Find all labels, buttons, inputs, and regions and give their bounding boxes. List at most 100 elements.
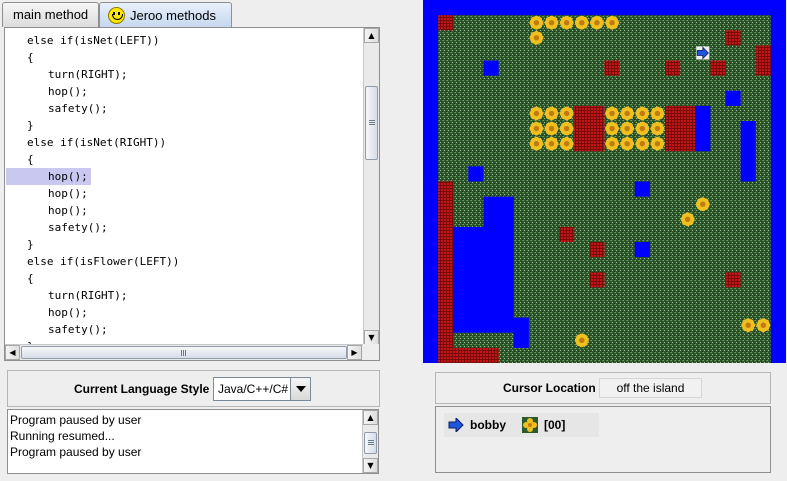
grass-cell[interactable] [725,166,742,182]
net-cell[interactable] [589,121,605,137]
water-cell[interactable] [665,0,681,16]
grass-cell[interactable] [695,60,711,77]
grass-cell[interactable] [453,105,469,122]
water-cell[interactable] [423,332,439,349]
grass-cell[interactable] [498,90,515,107]
grass-cell[interactable] [665,45,681,61]
grass-cell[interactable] [453,151,469,167]
scroll-right-button[interactable]: ▶ [347,345,362,360]
grass-cell[interactable] [528,287,545,303]
grass-cell[interactable] [634,211,651,228]
code-line[interactable]: hop(); [6,83,88,100]
grass-cell[interactable] [589,332,605,349]
grass-cell[interactable] [634,317,651,334]
grass-cell[interactable] [544,242,560,258]
grass-cell[interactable] [740,181,757,198]
grass-cell[interactable] [544,181,560,198]
net-cell[interactable] [589,242,605,258]
grass-cell[interactable] [634,272,651,288]
grass-cell[interactable] [710,332,726,349]
grass-cell[interactable] [438,90,454,107]
water-cell[interactable] [468,257,484,273]
grass-cell[interactable] [528,166,545,182]
grass-cell[interactable] [559,272,575,288]
grass-cell[interactable] [574,302,590,319]
grass-cell[interactable] [513,287,530,303]
grass-cell[interactable] [710,347,726,363]
grass-cell[interactable] [544,332,560,349]
water-cell[interactable] [740,121,757,137]
grass-cell[interactable] [589,181,605,198]
water-cell[interactable] [498,302,515,319]
water-cell[interactable] [483,302,500,319]
grass-cell[interactable] [649,196,666,213]
water-cell[interactable] [770,136,786,152]
grass-cell[interactable] [710,196,726,213]
flower-cell[interactable] [544,15,560,31]
grass-cell[interactable] [755,121,772,137]
grass-cell[interactable] [665,332,681,349]
water-cell[interactable] [423,166,439,182]
grass-cell[interactable] [710,302,726,319]
grass-cell[interactable] [438,105,454,122]
grass-cell[interactable] [498,45,515,61]
editor-vertical-scrollbar[interactable]: ▲ ▼ [363,28,379,345]
grass-cell[interactable] [468,181,484,198]
grass-cell[interactable] [725,75,742,92]
grass-cell[interactable] [634,15,651,31]
grass-cell[interactable] [680,90,696,107]
water-cell[interactable] [498,287,515,303]
grass-cell[interactable] [755,90,772,107]
scroll-thumb[interactable] [364,432,377,454]
grass-cell[interactable] [619,226,636,243]
grass-cell[interactable] [695,302,711,319]
grass-cell[interactable] [755,257,772,273]
water-cell[interactable] [770,75,786,92]
grass-cell[interactable] [665,166,681,182]
grass-cell[interactable] [589,211,605,228]
grass-cell[interactable] [649,317,666,334]
grass-cell[interactable] [619,196,636,213]
grass-cell[interactable] [755,181,772,198]
net-cell[interactable] [665,121,681,137]
grass-cell[interactable] [740,287,757,303]
grass-cell[interactable] [665,75,681,92]
grass-cell[interactable] [710,151,726,167]
grass-cell[interactable] [574,30,590,46]
grass-cell[interactable] [544,347,560,363]
grass-cell[interactable] [544,272,560,288]
code-line[interactable]: else if(isNet(RIGHT)) [6,134,166,151]
grass-cell[interactable] [619,347,636,363]
grass-cell[interactable] [634,90,651,107]
grass-cell[interactable] [498,121,515,137]
grass-cell[interactable] [634,257,651,273]
grass-cell[interactable] [634,60,651,77]
net-cell[interactable] [680,121,696,137]
grass-cell[interactable] [604,272,621,288]
grass-cell[interactable] [649,242,666,258]
water-cell[interactable] [468,226,484,243]
water-cell[interactable] [423,136,439,152]
grass-cell[interactable] [619,151,636,167]
water-cell[interactable] [740,136,757,152]
flower-cell[interactable] [604,15,621,31]
grass-cell[interactable] [725,302,742,319]
grass-cell[interactable] [574,317,590,334]
grass-cell[interactable] [453,45,469,61]
water-cell[interactable] [423,45,439,61]
grass-cell[interactable] [725,105,742,122]
water-cell[interactable] [423,15,439,31]
grass-cell[interactable] [755,272,772,288]
flower-cell[interactable] [604,136,621,152]
grass-cell[interactable] [710,90,726,107]
grass-cell[interactable] [619,242,636,258]
grass-cell[interactable] [528,60,545,77]
scroll-down-button[interactable]: ▼ [363,458,378,473]
grass-cell[interactable] [453,196,469,213]
water-cell[interactable] [770,90,786,107]
grass-cell[interactable] [544,166,560,182]
grass-cell[interactable] [740,30,757,46]
net-cell[interactable] [589,136,605,152]
net-cell[interactable] [665,60,681,77]
grass-cell[interactable] [498,181,515,198]
